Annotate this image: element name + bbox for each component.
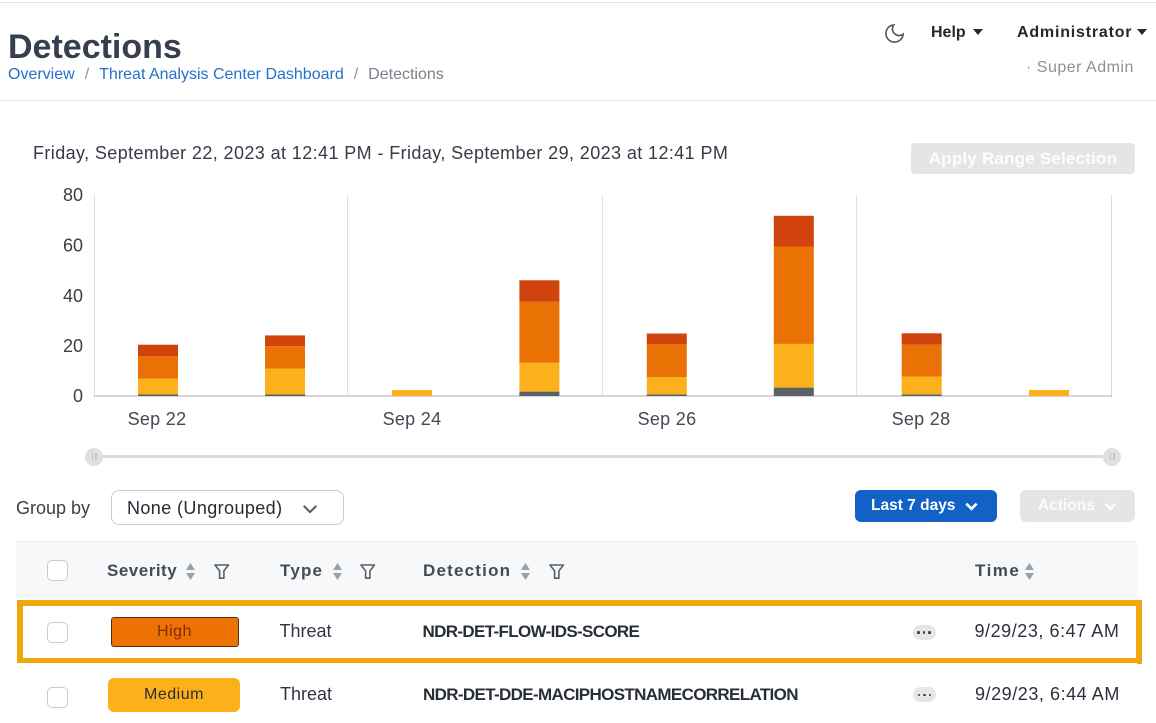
svg-text:20: 20	[63, 336, 83, 356]
svg-text:60: 60	[63, 236, 83, 256]
svg-text:Sep 22: Sep 22	[128, 409, 187, 429]
svg-text:80: 80	[63, 185, 83, 205]
svg-text:40: 40	[63, 286, 83, 306]
svg-text:Sep 24: Sep 24	[383, 409, 442, 429]
svg-text:Sep 28: Sep 28	[892, 409, 951, 429]
svg-text:0: 0	[73, 386, 83, 406]
svg-text:Sep 26: Sep 26	[638, 409, 697, 429]
